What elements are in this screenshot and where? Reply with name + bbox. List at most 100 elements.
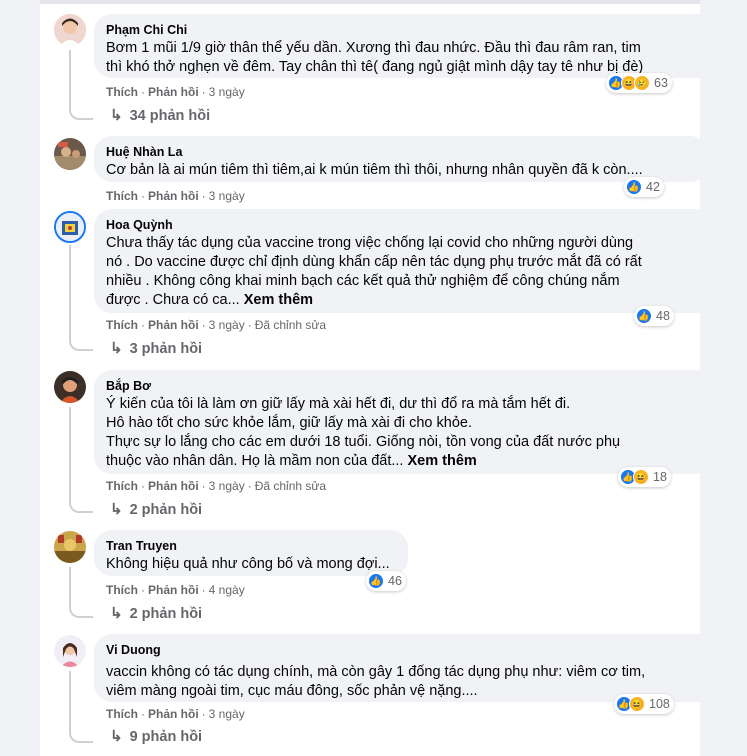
reaction-summary[interactable]: 👍 😆 108	[614, 694, 674, 714]
reaction-summary[interactable]: 👍 48	[634, 306, 674, 326]
reaction-summary[interactable]: 👍 42	[624, 177, 664, 197]
reply-arrow-icon: ↳	[110, 501, 123, 518]
timestamp[interactable]: 3 ngày	[209, 479, 245, 493]
comment-actions: Thích · Phản hồi · 3 ngày	[106, 85, 245, 99]
reply-button[interactable]: Phản hồi	[148, 189, 199, 203]
reply-thread-curve	[69, 335, 93, 351]
like-button[interactable]: Thích	[106, 707, 138, 721]
replies-count: 3 phản hồi	[129, 341, 203, 357]
comment-text: vaccin không có tác dụng chính, mà còn g…	[106, 663, 704, 701]
comment: Phạm Chi Chi Bơm 1 mũi 1/9 giờ thân thể …	[40, 0, 716, 130]
comment-text-line: được . Chưa có ca... Xem thêm	[106, 292, 314, 308]
reply-thread-line	[69, 407, 71, 499]
comment-text-line: Không hiệu quả như công bố và mong đợi..…	[106, 556, 390, 572]
view-replies-link[interactable]: ↳ 34 phản hồi	[110, 107, 210, 125]
reaction-summary[interactable]: 👍 😆 18	[618, 467, 671, 487]
reply-button[interactable]: Phản hồi	[148, 583, 199, 597]
comment-bubble: Bắp Bơ Ý kiến của tôi là làm ơn giữ lấy …	[94, 370, 714, 474]
comment: Hoa Quỳnh Chưa thấy tác dụng của vaccine…	[40, 205, 718, 365]
like-button[interactable]: Thích	[106, 583, 138, 597]
reply-arrow-icon: ↳	[110, 728, 123, 745]
comment: Tran Truyen Không hiệu quả như công bố v…	[40, 525, 700, 630]
view-replies-link[interactable]: ↳ 3 phản hồi	[110, 340, 202, 358]
avatar[interactable]	[54, 14, 86, 46]
view-replies-link[interactable]: ↳ 2 phản hồi	[110, 501, 202, 519]
like-button[interactable]: Thích	[106, 318, 138, 332]
comment-author[interactable]: Vi Duong	[106, 642, 704, 658]
comment-text-line: Hô hào tốt cho sức khỏe lắm, giữ lấy mà …	[106, 415, 472, 431]
comment-text-line: nó . Do vaccine được chỉ định dùng khẩn …	[106, 254, 642, 270]
comment-bubble: Phạm Chi Chi Bơm 1 mũi 1/9 giờ thân thể …	[94, 14, 716, 78]
like-button[interactable]: Thích	[106, 479, 138, 493]
timestamp[interactable]: 4 ngày	[209, 583, 245, 597]
reply-arrow-icon: ↳	[110, 605, 123, 622]
avatar[interactable]	[54, 531, 86, 563]
like-button[interactable]: Thích	[106, 189, 138, 203]
comment-text: Không hiệu quả như công bố và mong đợi..…	[106, 555, 396, 574]
comment-text: Chưa thấy tác dụng của vaccine trong việ…	[106, 234, 706, 310]
reply-thread-line	[69, 245, 71, 337]
reply-button[interactable]: Phản hồi	[148, 318, 199, 332]
comment-actions: Thích · Phản hồi · 3 ngày · Đã chỉnh sửa	[106, 318, 327, 332]
avatar[interactable]	[54, 211, 86, 243]
avatar[interactable]	[54, 371, 86, 403]
like-icon: 👍	[636, 308, 652, 324]
like-icon: 👍	[626, 179, 642, 195]
comment-text: Bơm 1 mũi 1/9 giờ thân thể yếu dần. Xươn…	[106, 39, 704, 77]
comment-bubble: Hoa Quỳnh Chưa thấy tác dụng của vaccine…	[94, 209, 718, 313]
comment-text-line: Bơm 1 mũi 1/9 giờ thân thể yếu dần. Xươn…	[106, 40, 641, 56]
comment-bubble: Huệ Nhàn La Cơ bản là ai mún tiêm thì ti…	[94, 136, 708, 182]
comment-actions: Thích · Phản hồi · 3 ngày	[106, 707, 245, 721]
comment-actions: Thích · Phản hồi · 3 ngày	[106, 189, 245, 203]
reaction-count: 48	[656, 309, 670, 323]
avatar[interactable]	[54, 138, 86, 170]
view-replies-link[interactable]: ↳ 9 phản hồi	[110, 728, 202, 746]
timestamp[interactable]: 3 ngày	[209, 318, 245, 332]
replies-count: 2 phản hồi	[129, 606, 203, 622]
avatar[interactable]	[54, 635, 86, 667]
reply-thread-line	[69, 567, 71, 604]
comment-bubble: Tran Truyen Không hiệu quả như công bố v…	[94, 530, 408, 576]
reaction-count: 18	[653, 470, 667, 484]
comment-author[interactable]: Phạm Chi Chi	[106, 22, 704, 38]
view-replies-link[interactable]: ↳ 2 phản hồi	[110, 605, 202, 623]
comment-author[interactable]: Bắp Bơ	[106, 378, 702, 394]
comment: Bắp Bơ Ý kiến của tôi là làm ơn giữ lấy …	[40, 365, 714, 525]
comment-text-line: thuộc vào nhân dân. Họ là mầm non của đấ…	[106, 453, 477, 469]
reply-thread-line	[69, 671, 71, 729]
haha-icon: 😆	[629, 696, 645, 712]
comment-text-line: Thực sự lo lắng cho các em dưới 18 tuổi.…	[106, 434, 621, 450]
reply-thread-curve	[69, 104, 93, 120]
see-more-link[interactable]: Xem thêm	[407, 453, 476, 469]
comment-text-line: Cơ bản là ai mún tiêm thì tiêm,ai k mún …	[106, 162, 643, 178]
reply-thread-curve	[69, 497, 93, 513]
see-more-link[interactable]: Xem thêm	[244, 292, 313, 308]
comment-text-line: Chưa thấy tác dụng của vaccine trong việ…	[106, 235, 634, 251]
like-button[interactable]: Thích	[106, 85, 138, 99]
comment-bubble: Vi Duong vaccin không có tác dụng chính,…	[94, 634, 716, 702]
comment-actions: Thích · Phản hồi · 4 ngày	[106, 583, 245, 597]
reply-button[interactable]: Phản hồi	[148, 85, 199, 99]
replies-count: 2 phản hồi	[129, 502, 203, 518]
reply-arrow-icon: ↳	[110, 107, 123, 124]
comment-text-line: Ý kiến của tôi là làm ơn giữ lấy mà xài …	[106, 396, 571, 412]
replies-count: 34 phản hồi	[129, 108, 211, 124]
like-icon: 👍	[368, 573, 384, 589]
comment-author[interactable]: Tran Truyen	[106, 538, 396, 554]
reaction-summary[interactable]: 👍 46	[366, 571, 406, 591]
edited-label[interactable]: Đã chỉnh sửa	[255, 318, 326, 332]
timestamp[interactable]: 3 ngày	[209, 85, 245, 99]
edited-label[interactable]: Đã chỉnh sửa	[255, 479, 326, 493]
reaction-count: 63	[654, 76, 668, 90]
reply-thread-curve	[69, 727, 93, 743]
reaction-summary[interactable]: 👍 😆 😢 63	[606, 73, 672, 93]
reply-button[interactable]: Phản hồi	[148, 479, 199, 493]
comment: Vi Duong vaccin không có tác dụng chính,…	[40, 630, 716, 756]
reaction-count: 42	[646, 180, 660, 194]
comment-author[interactable]: Hoa Quỳnh	[106, 217, 706, 233]
comment-author[interactable]: Huệ Nhàn La	[106, 144, 696, 160]
timestamp[interactable]: 3 ngày	[209, 189, 245, 203]
comment-text: Ý kiến của tôi là làm ơn giữ lấy mà xài …	[106, 395, 702, 471]
timestamp[interactable]: 3 ngày	[209, 707, 245, 721]
reply-button[interactable]: Phản hồi	[148, 707, 199, 721]
